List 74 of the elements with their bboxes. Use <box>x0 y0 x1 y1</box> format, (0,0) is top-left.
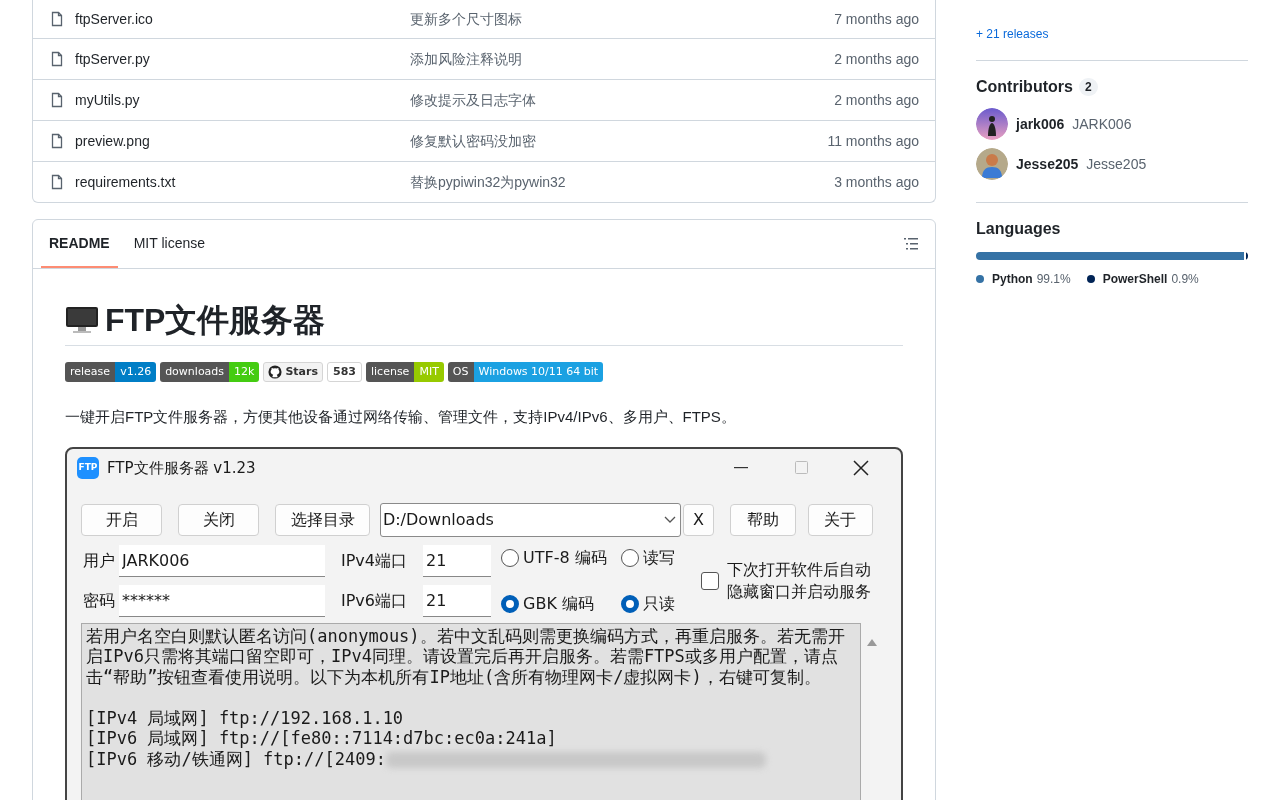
app-logo: FTP <box>77 456 99 479</box>
file-link[interactable]: myUtils.py <box>75 89 410 111</box>
commit-message[interactable]: 修复默认密码没加密 <box>410 130 828 152</box>
description: 一键开启FTP文件服务器，方便其他设备通过网络传输、管理文件，支持IPv4/IPv6、多用户、FTPS。 <box>65 407 737 428</box>
field-label: 用户 <box>83 549 115 572</box>
input-field[interactable]: JARK006 <box>119 544 325 577</box>
file-link[interactable]: ftpServer.py <box>75 48 410 70</box>
contributor-name: Jesse205 <box>1086 154 1147 174</box>
checkbox-label: 下次打开软件后自动隐藏窗口并启动服务 <box>727 558 872 603</box>
commit-message[interactable]: 替换pypiwin32为pywin32 <box>410 171 835 193</box>
commit-age: 7 months ago <box>834 9 919 29</box>
app-button[interactable]: 开启 <box>81 503 163 536</box>
outline-icon[interactable] <box>903 236 919 252</box>
commit-message[interactable]: 更新多个尺寸图标 <box>410 8 835 30</box>
checkbox[interactable] <box>701 571 719 590</box>
radio-button[interactable] <box>501 548 519 567</box>
file-link[interactable]: requirements.txt <box>75 171 410 193</box>
clear-button[interactable]: X <box>682 503 715 536</box>
radio-label: 读写 <box>643 546 675 569</box>
port-field[interactable]: 21 <box>423 544 491 577</box>
radio-button[interactable] <box>501 594 519 613</box>
radio-button[interactable] <box>621 594 639 613</box>
input-field[interactable]: ****** <box>119 584 325 617</box>
file-icon <box>49 174 65 190</box>
commit-age: 2 months ago <box>834 49 919 69</box>
contributor-name: JARK006 <box>1072 114 1132 134</box>
commit-age: 3 months ago <box>834 172 919 192</box>
field-label: IPv6端口 <box>341 589 407 612</box>
file-icon <box>49 133 65 149</box>
commit-age: 11 months ago <box>827 131 919 151</box>
file-icon <box>49 92 65 108</box>
file-link[interactable]: ftpServer.ico <box>75 8 410 30</box>
readme-tab[interactable]: README <box>41 220 118 268</box>
commit-message[interactable]: 添加风险注释说明 <box>410 48 835 70</box>
monitor-icon <box>65 306 99 335</box>
file-link[interactable]: preview.png <box>75 130 410 152</box>
window-title: FTP文件服务器 v1.23 <box>107 457 256 479</box>
directory-select[interactable]: D:/Downloads <box>379 502 681 537</box>
chevron-down-icon <box>663 515 676 524</box>
port-field[interactable]: 21 <box>423 584 491 617</box>
file-icon <box>49 51 65 67</box>
file-icon <box>49 11 65 27</box>
readme-tab[interactable]: MIT license <box>125 220 213 268</box>
stars-button[interactable]: Stars <box>263 362 323 383</box>
contributor-login[interactable]: Jesse205 <box>1016 153 1079 175</box>
avatar[interactable] <box>976 108 1008 141</box>
radio-label: 只读 <box>643 592 675 615</box>
stars-count: 583 <box>327 362 362 383</box>
app-button[interactable]: 帮助 <box>730 503 796 536</box>
field-label: IPv4端口 <box>341 549 407 572</box>
radio-button[interactable] <box>621 548 639 567</box>
readme-title: FTP文件服务器 <box>105 301 326 340</box>
language-name: PowerShell <box>1102 271 1168 289</box>
releases-link[interactable]: + 21 releases <box>976 25 1049 43</box>
app-button[interactable]: 关闭 <box>178 503 260 536</box>
commit-message[interactable]: 修改提示及日志字体 <box>410 89 835 111</box>
language-percent: 0.9% <box>1171 271 1199 289</box>
section-title: Contributors <box>976 77 1073 97</box>
section-title: Languages <box>976 219 1062 239</box>
minimize-icon[interactable] <box>734 466 748 469</box>
close-icon[interactable] <box>853 459 869 476</box>
language-percent: 99.1% <box>1036 271 1071 289</box>
count-badge: 2 <box>1078 77 1098 96</box>
language-name: Python <box>992 271 1033 289</box>
field-label: 密码 <box>83 589 115 612</box>
app-button[interactable]: 选择目录 <box>275 503 370 536</box>
contributor-login[interactable]: jark006 <box>1016 113 1065 135</box>
github-icon <box>268 365 283 380</box>
app-button[interactable]: 关于 <box>807 503 873 536</box>
radio-label: GBK 编码 <box>523 592 594 615</box>
scroll-up-icon[interactable] <box>867 637 877 646</box>
commit-age: 2 months ago <box>834 90 919 110</box>
log-textarea[interactable]: 若用户名空白则默认匿名访问(anonymous)。若中文乱码则需更换编码方式，再重启服务。若无需开启IPv6只需将其端口留空即可，IPv4同理。请设置完后再开启服务。若需FTPS或多用户配置，请点击“帮助”按钮查看使用说明。以下为本机所有IP地址(含所有物理网卡/虚拟网卡)，右键可复制。 [IPv4 局域网] ftp://192.168.1.10 [IPv6 局域网] ftp://[fe80::7114:d7bc:ec0a:241a] [IPv6 移动/铁通网] ftp://[2409: <box>81 622 861 800</box>
radio-label: UTF-8 编码 <box>523 546 607 569</box>
